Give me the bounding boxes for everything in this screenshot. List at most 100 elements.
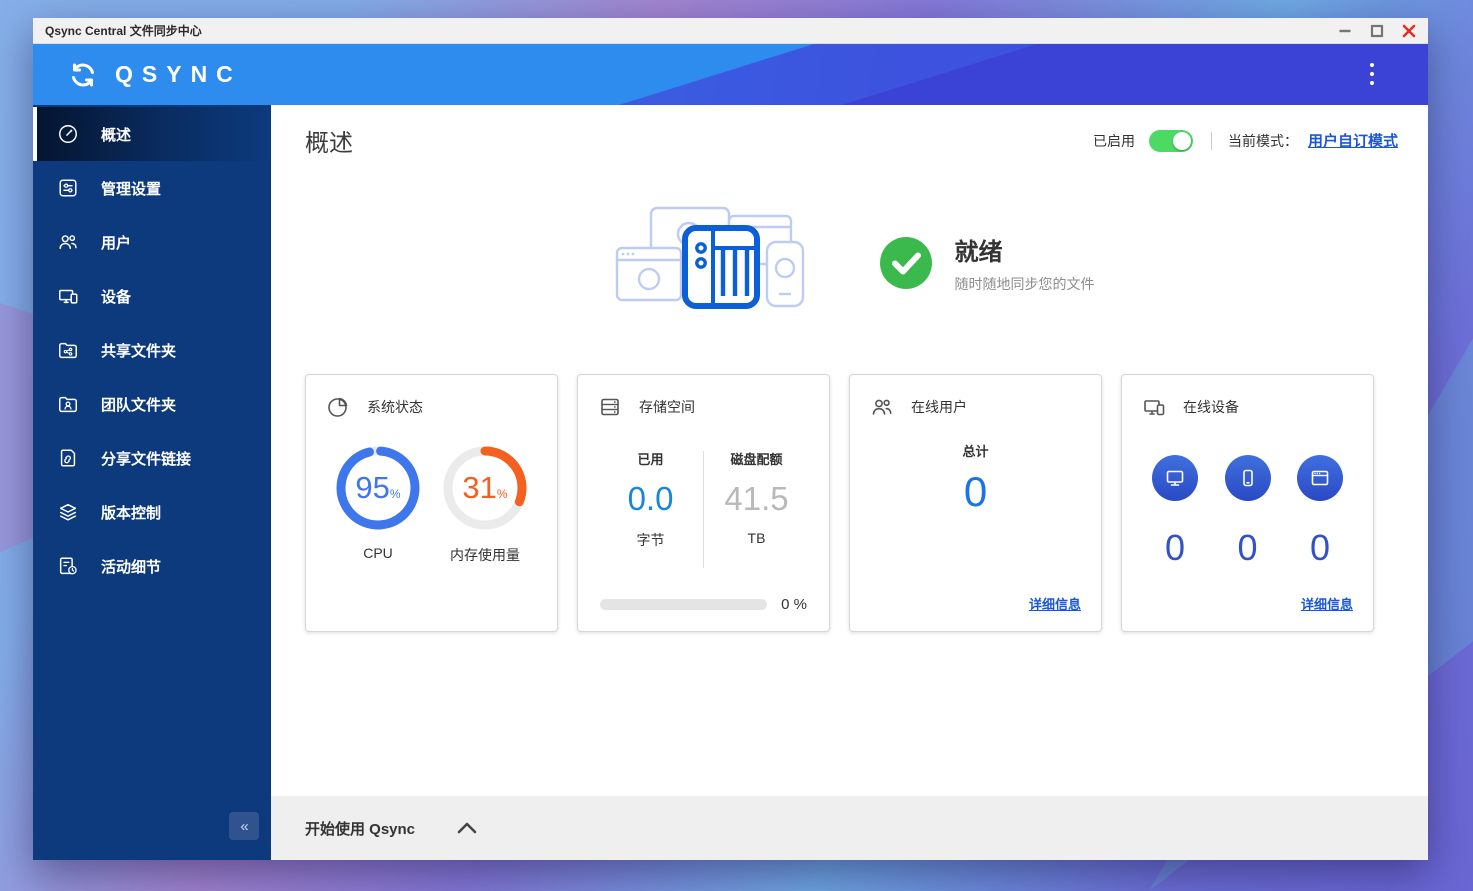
sidebar-item-label: 共享文件夹: [101, 342, 177, 360]
minimize-button[interactable]: [1338, 24, 1352, 38]
sidebar-item-label: 团队文件夹: [101, 396, 177, 414]
card-online-users: 在线用户 总计 0 详细信息: [849, 374, 1102, 632]
maximize-icon: [1370, 24, 1384, 37]
sidebar-collapse-button[interactable]: «: [229, 812, 259, 840]
getting-started-bar: 开始使用 Qsync: [271, 796, 1428, 860]
online-devices-details-link[interactable]: 详细信息: [1301, 594, 1353, 613]
devices-icon: [59, 289, 78, 304]
sidebar: 概述 管理设置 用户 设备 共享文件夹 团队文件夹 分享文件链接 版本控制 活动…: [33, 105, 271, 860]
settings-sliders-icon: [59, 179, 77, 197]
header-menu-button[interactable]: [1356, 58, 1388, 90]
card-system-status: 系统状态 95 % CPU 31 % 内存使用量: [305, 374, 558, 632]
hero-section: 就绪 随时随地同步您的文件: [305, 200, 1398, 326]
sidebar-item-label: 概述: [101, 126, 132, 144]
file-link-icon: [60, 449, 76, 467]
sidebar-item-activity[interactable]: 活动细节: [33, 539, 271, 593]
maximize-button[interactable]: [1370, 24, 1384, 38]
enabled-toggle[interactable]: [1148, 129, 1193, 152]
card-title: 在线设备: [1183, 399, 1239, 415]
layers-icon: [59, 503, 77, 521]
online-users-details-link[interactable]: 详细信息: [1029, 594, 1081, 613]
device-type-icons: [1142, 455, 1353, 501]
card-title: 存储空间: [639, 399, 695, 415]
memory-label: 内存使用量: [450, 547, 520, 563]
current-mode-link[interactable]: 用户自订模式: [1308, 130, 1398, 151]
main-header: 概述 已启用 当前模式： 用户自订模式: [305, 123, 1398, 158]
sync-logo-icon: [72, 63, 94, 86]
storage-progress: 0 %: [598, 596, 809, 613]
sidebar-item-management[interactable]: 管理设置: [33, 161, 271, 215]
card-title: 系统状态: [367, 399, 423, 415]
main-content: 概述 已启用 当前模式： 用户自订模式 就绪 随时随地同步您的文件 系统状态 9…: [271, 105, 1428, 860]
storage-quota: 磁盘配额 41.5 TB: [704, 449, 809, 550]
pie-chart-icon: [328, 397, 348, 417]
sidebar-item-shared-folders[interactable]: 共享文件夹: [33, 323, 271, 377]
logo-text: QSYNC: [115, 61, 242, 87]
app-header: QSYNC: [33, 44, 1428, 105]
quota-value: 41.5: [724, 480, 789, 517]
window-titlebar: Qsync Central 文件同步中心: [33, 18, 1428, 44]
card-storage: 存储空间 已用 0.0 字节 磁盘配额 41.5 TB 0 %: [577, 374, 830, 632]
activity-log-icon: [59, 557, 77, 575]
memory-value: 31: [462, 470, 497, 505]
window-controls: [1338, 24, 1420, 38]
summary-cards: 系统状态 95 % CPU 31 % 内存使用量 存储空间 已用 0.0 字节 …: [305, 374, 1398, 632]
sidebar-item-version-control[interactable]: 版本控制: [33, 485, 271, 539]
sidebar-item-label: 用户: [101, 234, 132, 252]
sidebar-item-overview[interactable]: 概述: [33, 107, 271, 161]
window-title: Qsync Central 文件同步中心: [45, 24, 202, 38]
sidebar-item-share-links[interactable]: 分享文件链接: [33, 431, 271, 485]
memory-gauge: 31 % 内存使用量: [439, 445, 531, 565]
sidebar-item-label: 分享文件链接: [101, 450, 192, 468]
page-title: 概述: [305, 130, 353, 157]
browser-device-icon: [1297, 455, 1343, 501]
current-mode-label: 当前模式：: [1227, 132, 1298, 149]
kebab-icon: [1370, 63, 1374, 67]
cpu-label: CPU: [363, 545, 393, 561]
sidebar-item-users[interactable]: 用户: [33, 215, 271, 269]
qsync-central-window: Qsync Central 文件同步中心 QSYNC 概述 管理设置 用户 设备…: [33, 18, 1428, 860]
app-logo: QSYNC: [67, 44, 242, 105]
sync-status: 就绪 随时随地同步您的文件: [879, 232, 1095, 294]
close-button[interactable]: [1402, 24, 1416, 38]
users-icon: [59, 235, 77, 250]
sidebar-item-label: 活动细节: [101, 558, 162, 576]
sidebar-item-devices[interactable]: 设备: [33, 269, 271, 323]
used-value: 0.0: [627, 480, 674, 517]
getting-started-label: 开始使用 Qsync: [305, 820, 416, 838]
shared-folder-icon: [59, 342, 77, 359]
storage-server-icon: [601, 398, 619, 416]
online-users-count: 0: [963, 468, 988, 515]
sidebar-item-team-folders[interactable]: 团队文件夹: [33, 377, 271, 431]
desktop-count: 0: [1164, 527, 1186, 568]
collapse-icon: «: [240, 817, 248, 835]
mobile-device-icon: [1224, 455, 1271, 501]
progress-label: 0 %: [781, 596, 807, 613]
divider: [1210, 131, 1212, 150]
sidebar-item-label: 版本控制: [101, 504, 162, 522]
card-title: 在线用户: [911, 399, 967, 415]
gauge-icon: [59, 125, 77, 143]
cpu-gauge: 95 % CPU: [332, 445, 424, 565]
sidebar-item-label: 管理设置: [101, 180, 162, 198]
desktop-device-icon: [1152, 455, 1198, 501]
close-icon: [1402, 24, 1416, 37]
browser-count: 0: [1309, 527, 1331, 568]
total-label: 总计: [962, 444, 989, 459]
storage-used: 已用 0.0 字节: [598, 449, 703, 550]
card-online-devices: 在线设备 0 0 0 详细信息: [1121, 374, 1374, 632]
collapse-panel-button[interactable]: [457, 822, 477, 834]
minimize-icon: [1339, 29, 1351, 32]
device-counts: 0 0 0: [1142, 527, 1353, 569]
enabled-label: 已启用: [1092, 132, 1135, 149]
toggle-knob: [1172, 131, 1191, 150]
devices-illustration: [615, 206, 804, 309]
cpu-value: 95: [355, 470, 390, 505]
team-folder-icon: [59, 396, 77, 413]
sidebar-item-label: 设备: [101, 288, 132, 306]
chevron-up-icon: [457, 822, 477, 834]
progress-track: [600, 599, 768, 610]
online-users-icon: [872, 399, 892, 415]
ready-check-icon: [879, 237, 932, 289]
status-title: 就绪: [954, 239, 1003, 266]
